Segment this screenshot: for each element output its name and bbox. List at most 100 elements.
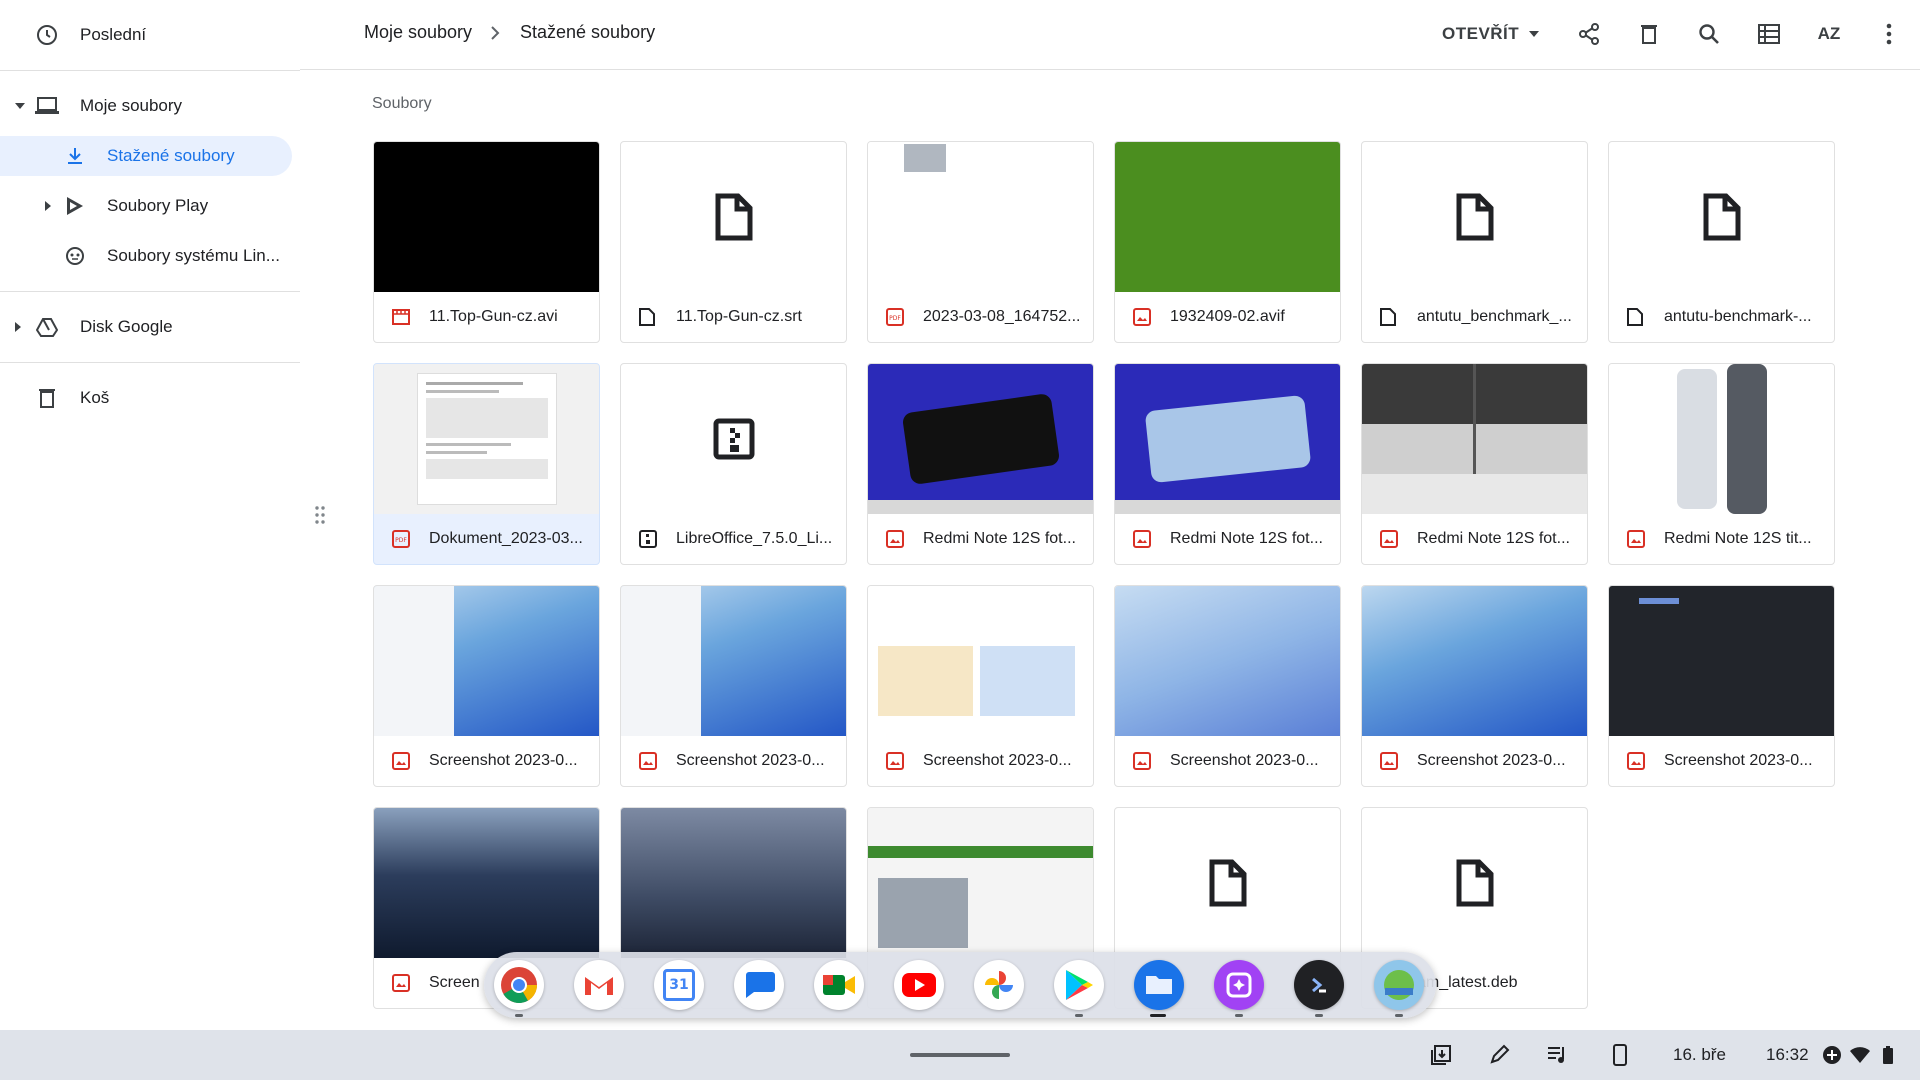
- sidebar-divider: [0, 291, 300, 292]
- breadcrumb-my-files[interactable]: Moje soubory: [364, 22, 472, 43]
- add-circle-icon[interactable]: [1820, 1043, 1844, 1067]
- file-tile[interactable]: Screenshot 2023-0...: [1361, 585, 1588, 787]
- file-tile[interactable]: 1932409-02.avif: [1114, 141, 1341, 343]
- open-button-label: OTEVŘÍT: [1442, 24, 1520, 43]
- terminal-app-icon[interactable]: [1294, 960, 1344, 1010]
- sidebar-resize-handle[interactable]: [314, 505, 326, 525]
- file-icon: [1456, 193, 1493, 241]
- file-name: Dokument_2023-03...: [429, 530, 583, 547]
- phone-hub-icon[interactable]: [1608, 1043, 1632, 1067]
- pdf-thumbnail: [868, 142, 1093, 292]
- calendar-day: 31: [663, 969, 695, 1001]
- image-thumbnail: [1609, 586, 1834, 736]
- list-view-icon: [1758, 24, 1780, 44]
- sidebar-item-label: Soubory Play: [107, 196, 209, 215]
- file-tile[interactable]: LibreOffice_7.5.0_Li...: [620, 363, 847, 565]
- pdf-file-icon: PDF: [886, 308, 904, 326]
- file-tile[interactable]: Screenshot 2023-0...: [620, 585, 847, 787]
- image-thumbnail: [1362, 364, 1587, 514]
- file-tile[interactable]: antutu-benchmark-...: [1608, 141, 1835, 343]
- archive-file-icon: [639, 530, 657, 548]
- file-icon: [639, 308, 657, 326]
- sidebar-item-downloads[interactable]: Stažené soubory: [0, 136, 292, 176]
- file-tile[interactable]: Redmi Note 12S fot...: [867, 363, 1094, 565]
- file-name: 1932409-02.avif: [1170, 308, 1285, 325]
- file-tile[interactable]: 11.Top-Gun-cz.avi: [373, 141, 600, 343]
- breadcrumb-downloads: Stažené soubory: [520, 22, 656, 42]
- clipboard-history-icon[interactable]: [1429, 1043, 1453, 1067]
- file-name: Screenshot 2023-0...: [1417, 752, 1566, 769]
- calendar-app-icon[interactable]: 31: [654, 960, 704, 1010]
- stylus-icon[interactable]: [1487, 1043, 1511, 1067]
- open-button[interactable]: OTEVŘÍT: [1442, 14, 1542, 54]
- file-icon: [1703, 193, 1740, 241]
- file-tile[interactable]: 11.Top-Gun-cz.srt: [620, 141, 847, 343]
- files-app-icon[interactable]: [1134, 960, 1184, 1010]
- media-controls-icon[interactable]: [1546, 1043, 1570, 1067]
- sidebar-item-my-files[interactable]: Moje soubory: [0, 86, 300, 126]
- time-label[interactable]: 16:32: [1766, 1045, 1809, 1065]
- file-tile[interactable]: Redmi Note 12S tit...: [1608, 363, 1835, 565]
- chevron-right-icon[interactable]: [15, 322, 21, 332]
- file-tile[interactable]: Screenshot 2023-0...: [1114, 585, 1341, 787]
- file-tile[interactable]: PDF 2023-03-08_164752...: [867, 141, 1094, 343]
- meet-app-icon[interactable]: [814, 960, 864, 1010]
- battery-icon[interactable]: [1876, 1043, 1900, 1067]
- more-options-button[interactable]: [1871, 16, 1907, 52]
- file-name: 2023-03-08_164752...: [923, 308, 1081, 325]
- sidebar-item-recent[interactable]: Poslední: [0, 15, 300, 55]
- generic-file-thumbnail: [1362, 808, 1587, 958]
- sidebar-item-google-drive[interactable]: Disk Google: [0, 307, 300, 347]
- image-file-icon: [392, 752, 410, 770]
- image-thumbnail: [374, 586, 599, 736]
- file-tile[interactable]: Redmi Note 12S fot...: [1114, 363, 1341, 565]
- image-file-icon: [886, 752, 904, 770]
- sidebar-item-trash[interactable]: Koš: [0, 378, 300, 418]
- home-gesture-bar[interactable]: [910, 1053, 1010, 1057]
- sidebar-item-linux-files[interactable]: Soubory systému Lin...: [0, 236, 300, 276]
- file-tile[interactable]: PDF Dokument_2023-03...: [373, 363, 600, 565]
- image-file-icon: [1133, 308, 1151, 326]
- sidebar-item-play-files[interactable]: Soubory Play: [0, 186, 300, 226]
- image-file-icon: [886, 530, 904, 548]
- play-store-app-icon[interactable]: [1054, 960, 1104, 1010]
- file-tile[interactable]: Redmi Note 12S fot...: [1361, 363, 1588, 565]
- file-name: Screenshot 2023-0...: [1664, 752, 1813, 769]
- file-tile[interactable]: Screenshot 2023-0...: [1608, 585, 1835, 787]
- chevron-down-icon[interactable]: [15, 103, 25, 109]
- image-thumbnail: [374, 808, 599, 958]
- file-tile[interactable]: antutu_benchmark_...: [1361, 141, 1588, 343]
- sort-button[interactable]: AZ: [1811, 16, 1847, 52]
- running-indicator: [1395, 1014, 1403, 1017]
- list-view-button[interactable]: [1751, 16, 1787, 52]
- chrome-app-icon[interactable]: [494, 960, 544, 1010]
- file-tile[interactable]: Screenshot 2023-0...: [373, 585, 600, 787]
- search-button[interactable]: [1691, 16, 1727, 52]
- image-thumbnail: [1609, 364, 1834, 514]
- trash-icon: [34, 385, 60, 411]
- date-label[interactable]: 16. bře: [1673, 1045, 1726, 1065]
- wifi-icon[interactable]: [1848, 1043, 1872, 1067]
- system-shelf: 16. bře 16:32: [0, 1030, 1920, 1080]
- sidebar: Poslední Moje soubory Stažené soubory So…: [0, 0, 300, 1030]
- photos-app-icon[interactable]: [974, 960, 1024, 1010]
- clock-icon: [34, 22, 60, 48]
- sidebar-divider: [0, 362, 300, 363]
- android-app-icon[interactable]: [1374, 960, 1424, 1010]
- more-vert-icon: [1886, 23, 1892, 45]
- share-button[interactable]: [1571, 16, 1607, 52]
- file-icon: [1380, 308, 1398, 326]
- messages-app-icon[interactable]: [734, 960, 784, 1010]
- chevron-right-icon[interactable]: [45, 201, 51, 211]
- file-name: Screenshot 2023-0...: [1170, 752, 1319, 769]
- gmail-app-icon[interactable]: [574, 960, 624, 1010]
- file-name: 11.Top-Gun-cz.avi: [429, 308, 558, 325]
- delete-button[interactable]: [1631, 16, 1667, 52]
- canvas-app-icon[interactable]: [1214, 960, 1264, 1010]
- file-name: Redmi Note 12S fot...: [1417, 530, 1570, 547]
- pdf-thumbnail: [374, 364, 599, 514]
- youtube-app-icon[interactable]: [894, 960, 944, 1010]
- image-thumbnail: [1115, 586, 1340, 736]
- running-indicator: [1075, 1014, 1083, 1017]
- file-tile[interactable]: Screenshot 2023-0...: [867, 585, 1094, 787]
